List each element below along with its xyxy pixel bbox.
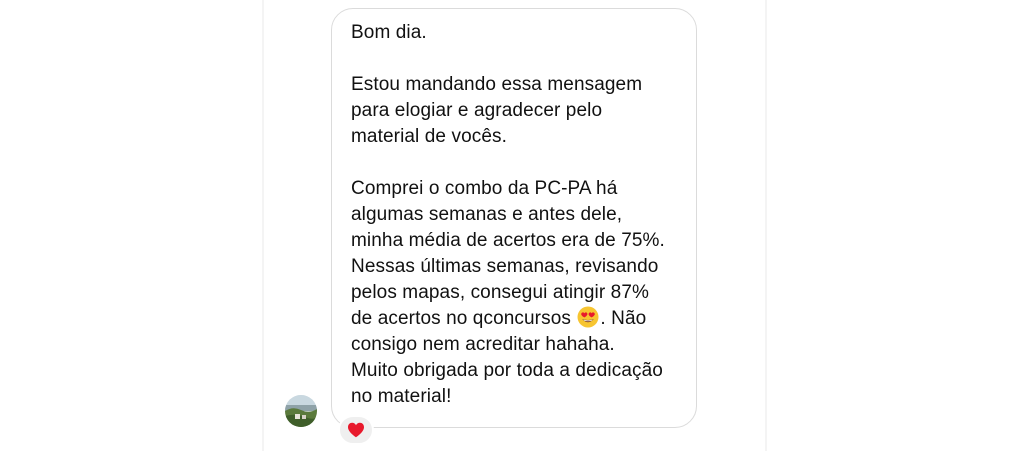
message-line: Estou mandando essa mensagem [351,74,643,95]
message-line: para elogiar e agradecer pelo [351,100,603,121]
message-line: algumas semanas e antes dele, [351,204,623,225]
message-line-part: de acertos no qconcursos [351,308,571,329]
reaction-badge[interactable] [338,415,374,445]
message-line: material de vocês. [351,126,507,147]
message-line-with-emoji: de acertos no qconcursos . Não [351,306,691,332]
message-line: consigo nem acreditar hahaha. [351,334,615,355]
message-spacer [351,150,691,176]
right-divider [765,0,767,451]
left-divider [262,0,264,451]
message-text: Bom dia. Estou mandando essa mensagem pa… [351,20,691,410]
message-line: Nessas últimas semanas, revisando [351,256,659,277]
landscape-avatar-icon [285,395,317,427]
red-heart-icon [348,422,364,438]
message-line: Comprei o combo da PC-PA há [351,178,618,199]
message-line: minha média de acertos era de 75%. [351,230,665,251]
message-line: Bom dia. [351,22,427,43]
message-spacer [351,46,691,72]
sender-avatar[interactable] [285,395,317,427]
message-line: Muito obrigada por toda a dedicação [351,360,663,381]
heart-eyes-emoji-icon [577,306,599,328]
message-line: pelos mapas, consegui atingir 87% [351,282,649,303]
chat-view: Bom dia. Estou mandando essa mensagem pa… [0,0,1024,451]
message-line: no material! [351,386,452,407]
message-line-part: . Não [600,308,647,329]
